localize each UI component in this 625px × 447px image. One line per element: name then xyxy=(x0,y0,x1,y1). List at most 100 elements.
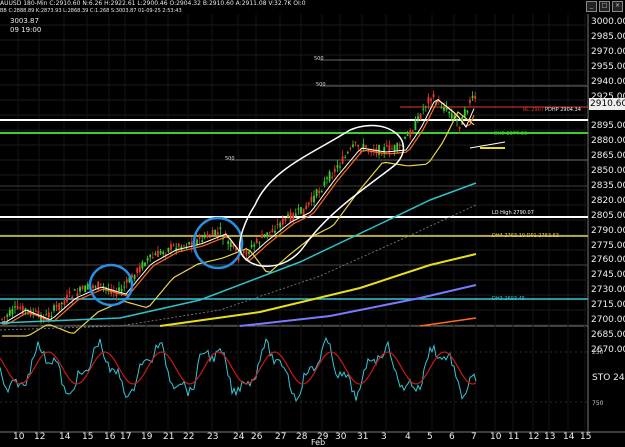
candle-body xyxy=(94,286,97,288)
candle-body xyxy=(50,315,53,317)
price-tick: 2715.00 xyxy=(591,300,625,311)
candle-body xyxy=(331,176,334,179)
candle-body xyxy=(385,145,388,147)
candle-body xyxy=(440,107,443,109)
candle-body xyxy=(216,232,219,235)
candle-body xyxy=(266,232,269,237)
candle-body xyxy=(328,171,331,182)
candle-body xyxy=(294,213,297,216)
price-tick: 2835.00 xyxy=(591,180,625,191)
candle-body xyxy=(14,306,16,308)
candle-body xyxy=(349,148,352,150)
candle-body xyxy=(138,266,141,273)
candle-body xyxy=(242,250,245,253)
candle-body xyxy=(268,231,271,233)
candle-body xyxy=(170,244,172,250)
stoch-level-low: 750 xyxy=(592,400,604,407)
candle-body xyxy=(352,144,354,147)
candle-body xyxy=(196,239,198,246)
candle-body xyxy=(276,223,279,225)
candle-body xyxy=(448,111,451,114)
candle-body xyxy=(466,110,469,113)
close-icon[interactable]: × xyxy=(612,1,623,12)
candle-body xyxy=(287,214,289,218)
marker-500-low: 500 xyxy=(225,156,235,162)
annotation-rc: RC 2907 xyxy=(523,107,545,113)
candle-body xyxy=(391,148,393,150)
annotation-dh5: DH5 2877.00 xyxy=(494,131,528,137)
candle-body xyxy=(261,234,263,238)
date-tick: 16 xyxy=(104,432,116,442)
date-tick: 12 xyxy=(34,432,46,442)
candle-body xyxy=(281,218,284,225)
price-tick: 2775.00 xyxy=(591,240,625,251)
candle-body xyxy=(339,166,341,168)
candle-body xyxy=(300,207,302,214)
date-tick: 6 xyxy=(449,432,455,442)
candle-body xyxy=(474,95,477,99)
candle-body xyxy=(354,141,357,143)
candle-body xyxy=(469,99,471,104)
candle-body xyxy=(146,258,149,261)
candle-body xyxy=(305,205,308,210)
window-controls: _ □ × xyxy=(586,1,623,12)
candle-body xyxy=(71,296,74,299)
date-tick: 17 xyxy=(120,432,132,442)
price-tick: 2985.00 xyxy=(591,31,625,42)
candle-body xyxy=(99,283,102,285)
candle-body xyxy=(133,274,136,280)
candle-body xyxy=(271,229,274,233)
candle-body xyxy=(323,181,326,186)
minimize-icon[interactable]: _ xyxy=(586,1,597,12)
candle-body xyxy=(471,95,474,99)
candle-body xyxy=(409,130,412,138)
candle-body xyxy=(201,240,204,243)
price-tick: 2700.00 xyxy=(591,315,625,325)
candle-body xyxy=(341,156,344,164)
candle-body xyxy=(313,195,315,203)
candle-body xyxy=(255,238,258,243)
candle-body xyxy=(414,121,417,130)
candle-body xyxy=(227,241,230,244)
candle-body xyxy=(55,304,58,307)
annotation-pdhp: PDHP 2904.34 xyxy=(545,107,581,113)
candle-body xyxy=(419,114,422,120)
candle-body xyxy=(73,289,76,291)
date-tick: 11 xyxy=(508,432,520,442)
candle-body xyxy=(144,262,146,266)
price-tick: 2685.00 xyxy=(591,329,625,340)
date-tick: 31 xyxy=(357,432,369,442)
candle-body xyxy=(302,208,305,216)
candle-body xyxy=(235,248,237,251)
candle-body xyxy=(58,303,61,311)
candle-body xyxy=(292,213,295,221)
price-chart[interactable] xyxy=(0,0,625,447)
candle-body xyxy=(125,279,128,283)
candle-body xyxy=(463,109,466,117)
annotation-lo-high: LO High 2790.07 xyxy=(492,210,534,216)
restore-icon[interactable]: □ xyxy=(599,1,610,12)
candle-body xyxy=(68,291,71,293)
symbol-ohlc-line: AUUSD 180-Min C:2910.60 N:6.26 H:2922.61… xyxy=(0,0,306,7)
candle-body xyxy=(11,309,14,315)
date-tick: 10 xyxy=(490,432,502,442)
date-tick: 10 xyxy=(13,432,25,442)
candle-body xyxy=(149,254,152,258)
candle-body xyxy=(60,302,63,305)
price-tick: 2955.00 xyxy=(591,61,625,72)
candle-body xyxy=(253,244,256,247)
candle-body xyxy=(427,96,430,104)
candle-body xyxy=(1,318,3,320)
date-tick: 3 xyxy=(381,432,387,442)
date-tick: 21 xyxy=(163,432,175,442)
candle-body xyxy=(118,287,120,292)
candle-body xyxy=(159,251,162,254)
candle-body xyxy=(333,168,336,173)
date-tick: 30 xyxy=(335,432,347,442)
marker-500-mid: 500 xyxy=(316,82,326,88)
candle-body xyxy=(3,316,6,318)
price-tick: 2895.00 xyxy=(591,121,625,132)
candle-body xyxy=(81,286,84,290)
candle-body xyxy=(406,134,409,136)
candle-body xyxy=(151,257,154,259)
